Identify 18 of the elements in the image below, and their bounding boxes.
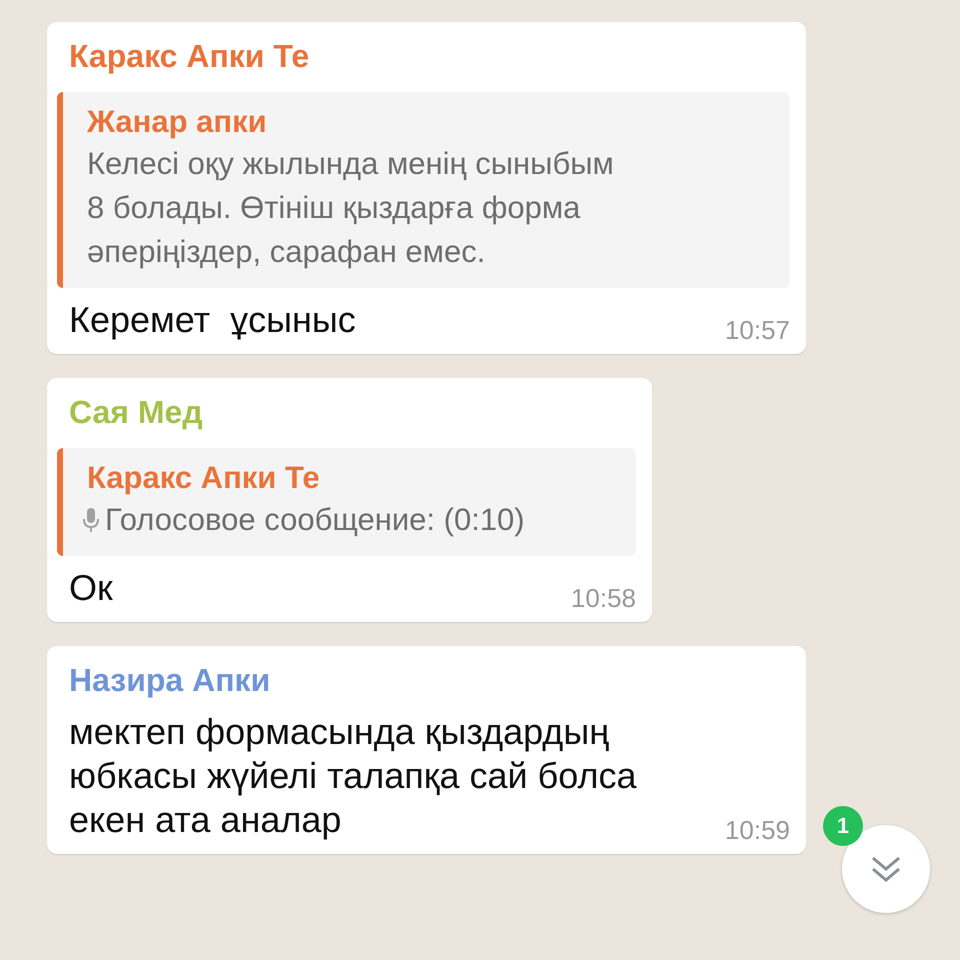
message-text: Керемет ұсыныс bbox=[69, 298, 356, 342]
message-time: 10:58 bbox=[570, 583, 636, 614]
message-text: мектеп формасында қыздардың юбкасы жүйелі талапқа сай болса екен ата аналар bbox=[69, 710, 636, 842]
quoted-sender: Каракс Апки Те bbox=[87, 459, 321, 497]
sender-name: Сая Мед bbox=[68, 393, 204, 432]
quoted-text: Голосовое сообщение: (0:10) bbox=[105, 501, 525, 539]
quoted-message[interactable]: Каракс Апки Те Голосовое сообщение: (0:10) bbox=[57, 448, 636, 556]
message-time: 10:57 bbox=[724, 315, 790, 346]
unread-badge: 1 bbox=[823, 806, 863, 846]
message-text: Ок bbox=[69, 566, 113, 610]
microphone-icon bbox=[83, 507, 99, 533]
quoted-text: Келесі оқу жылында менің сыныбым 8 болады. Өтініш қыздарға форма әперіңіздер, сарафан емес. bbox=[87, 145, 615, 271]
message-time: 10:59 bbox=[724, 815, 790, 846]
quoted-sender: Жанар апки bbox=[87, 103, 268, 141]
double-chevron-down-icon bbox=[870, 855, 902, 883]
quoted-message[interactable]: Жанар апки Келесі оқу жылында менің сыныбым 8 болады. Өтініш қыздарға форма әперіңіздер, сарафан емес. bbox=[57, 92, 790, 288]
sender-name: Каракс Апки Те bbox=[68, 37, 310, 76]
sender-name: Назира Апки bbox=[68, 661, 272, 700]
